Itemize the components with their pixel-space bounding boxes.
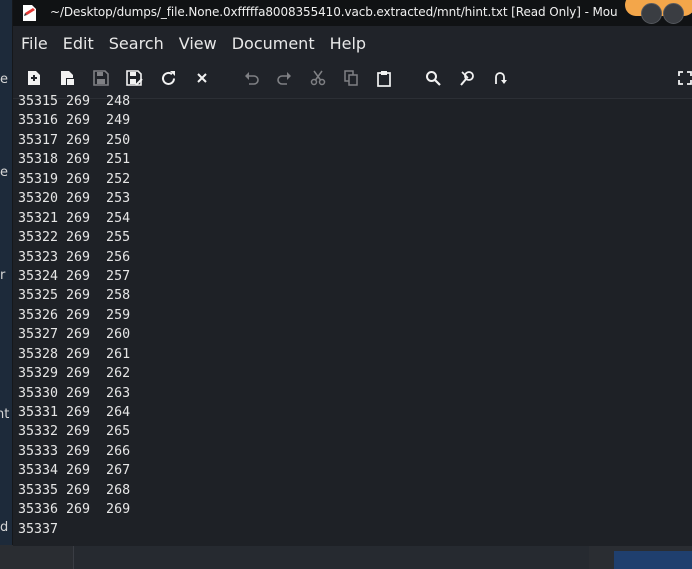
maximize-button[interactable]	[663, 3, 684, 24]
background-window	[73, 545, 589, 569]
text-editor-window: ~/Desktop/dumps/_file.None.0xfffffa80083…	[12, 0, 692, 546]
text-line: 35316 269 249	[18, 113, 131, 129]
text-line: 35322 269 255	[18, 230, 131, 246]
reload-icon[interactable]	[156, 66, 180, 90]
menu-document[interactable]: Document	[224, 29, 322, 53]
paste-icon[interactable]	[372, 66, 396, 90]
find-replace-icon[interactable]	[455, 66, 479, 90]
text-line: 35327 269 260	[18, 327, 131, 343]
text-line: 35334 269 267	[18, 463, 131, 479]
desktop-background-bottom	[0, 545, 692, 569]
menu-view[interactable]: View	[171, 29, 224, 53]
new-file-icon[interactable]	[22, 66, 46, 90]
menu-edit[interactable]: Edit	[55, 29, 101, 53]
new-window-icon[interactable]	[55, 66, 79, 90]
menu-file[interactable]: File	[13, 29, 55, 53]
save-icon[interactable]	[89, 66, 113, 90]
go-to-line-icon[interactable]	[488, 66, 512, 90]
text-line: 35321 269 254	[18, 210, 131, 226]
text-editor-area[interactable]: 35315 269 248 35316 269 249 35317 269 250 3…	[13, 94, 692, 546]
text-line: 35318 269 251	[18, 152, 131, 168]
menu-bar: File Edit Search View Document Help	[13, 29, 692, 57]
text-line: 35324 269 257	[18, 268, 131, 284]
background-window	[614, 551, 692, 569]
text-line: 35330 269 263	[18, 385, 131, 401]
text-line: 35336 269 269	[18, 502, 131, 518]
menu-search[interactable]: Search	[101, 29, 171, 53]
text-line: 35326 269 259	[18, 307, 131, 323]
text-line: 35317 269 250	[18, 132, 131, 148]
find-icon[interactable]	[421, 66, 445, 90]
toolbar	[13, 60, 692, 96]
background-fragment: e	[0, 165, 8, 180]
text-line: 35329 269 262	[18, 366, 131, 382]
text-line: 35333 269 266	[18, 443, 131, 459]
redo-icon[interactable]	[272, 66, 296, 90]
background-fragment: e	[0, 72, 8, 87]
text-content: 35315 269 248 35316 269 249 35317 269 250 3…	[18, 92, 130, 539]
text-line: 35315 269 248	[18, 94, 131, 109]
background-fragment: r	[0, 268, 6, 283]
text-line: 35337	[18, 521, 59, 537]
text-line: 35335 269 268	[18, 482, 131, 498]
window-title: ~/Desktop/dumps/_file.None.0xfffffa80083…	[50, 5, 618, 19]
menu-help[interactable]: Help	[322, 29, 373, 53]
text-line: 35332 269 265	[18, 424, 131, 440]
text-line: 35320 269 253	[18, 191, 131, 207]
background-fragment: nt	[0, 407, 10, 422]
minimize-button[interactable]	[641, 3, 662, 24]
background-fragment: d	[0, 520, 9, 535]
text-line: 35331 269 264	[18, 405, 131, 420]
undo-icon[interactable]	[240, 66, 264, 90]
text-line: 35328 269 261	[18, 346, 131, 362]
copy-icon[interactable]	[339, 66, 363, 90]
save-as-icon[interactable]	[122, 66, 146, 90]
title-bar[interactable]: ~/Desktop/dumps/_file.None.0xfffffa80083…	[13, 0, 692, 26]
text-line: 35323 269 256	[18, 249, 131, 265]
close-icon[interactable]	[190, 66, 214, 90]
cut-icon[interactable]	[306, 66, 330, 90]
text-line: 35319 269 252	[18, 171, 131, 187]
text-line: 35325 269 258	[18, 288, 131, 304]
text-editor-app-icon	[23, 5, 36, 21]
fullscreen-icon[interactable]	[673, 66, 692, 90]
desktop-background-left: e e r nt d	[0, 0, 12, 569]
